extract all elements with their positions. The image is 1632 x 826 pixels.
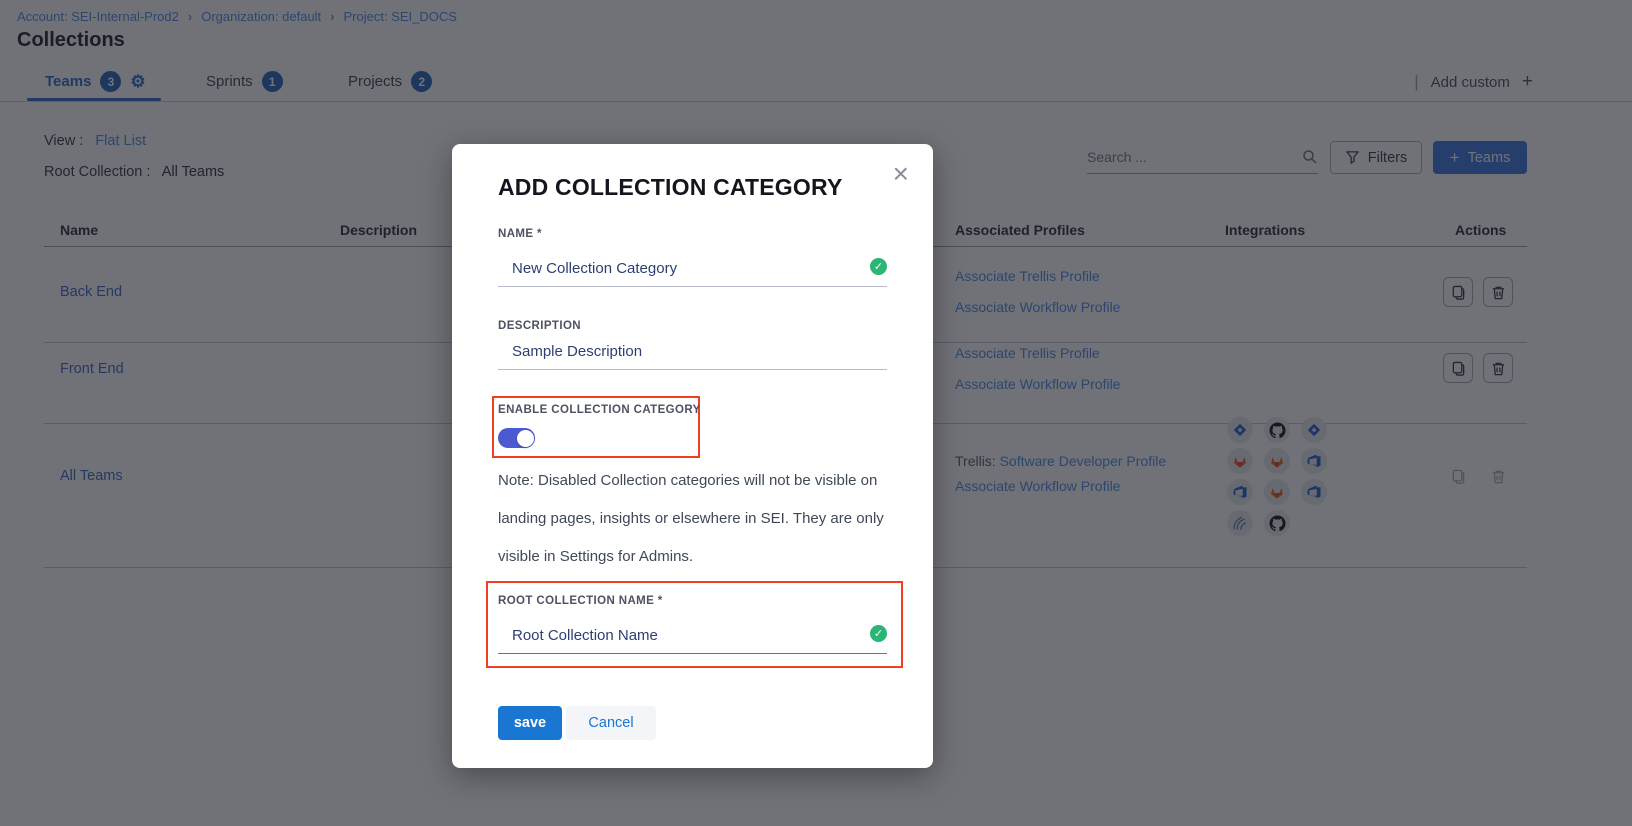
disabled-note-text: Note: Disabled Collection categories wil…: [498, 462, 890, 576]
enable-toggle-label: ENABLE COLLECTION CATEGORY: [498, 404, 701, 416]
close-icon[interactable]: ×: [893, 160, 909, 188]
name-input[interactable]: [498, 256, 887, 287]
add-collection-category-modal: × ADD COLLECTION CATEGORY NAME * ✓ DESCR…: [452, 144, 933, 768]
valid-check-icon: ✓: [870, 258, 887, 275]
description-field-label: DESCRIPTION: [498, 320, 581, 332]
name-field-label: NAME *: [498, 228, 542, 240]
root-name-input[interactable]: [498, 623, 887, 654]
description-field: [498, 339, 887, 370]
valid-check-icon: ✓: [870, 625, 887, 642]
cancel-button[interactable]: Cancel: [566, 706, 656, 740]
root-name-field-label: ROOT COLLECTION NAME *: [498, 595, 663, 607]
save-button[interactable]: save: [498, 706, 562, 740]
name-field: ✓: [498, 256, 887, 287]
root-name-field: ✓: [498, 623, 887, 654]
description-input[interactable]: [498, 339, 887, 370]
toggle-knob: [517, 430, 534, 447]
modal-title: ADD COLLECTION CATEGORY: [498, 174, 842, 201]
enable-collection-toggle[interactable]: [498, 428, 535, 448]
